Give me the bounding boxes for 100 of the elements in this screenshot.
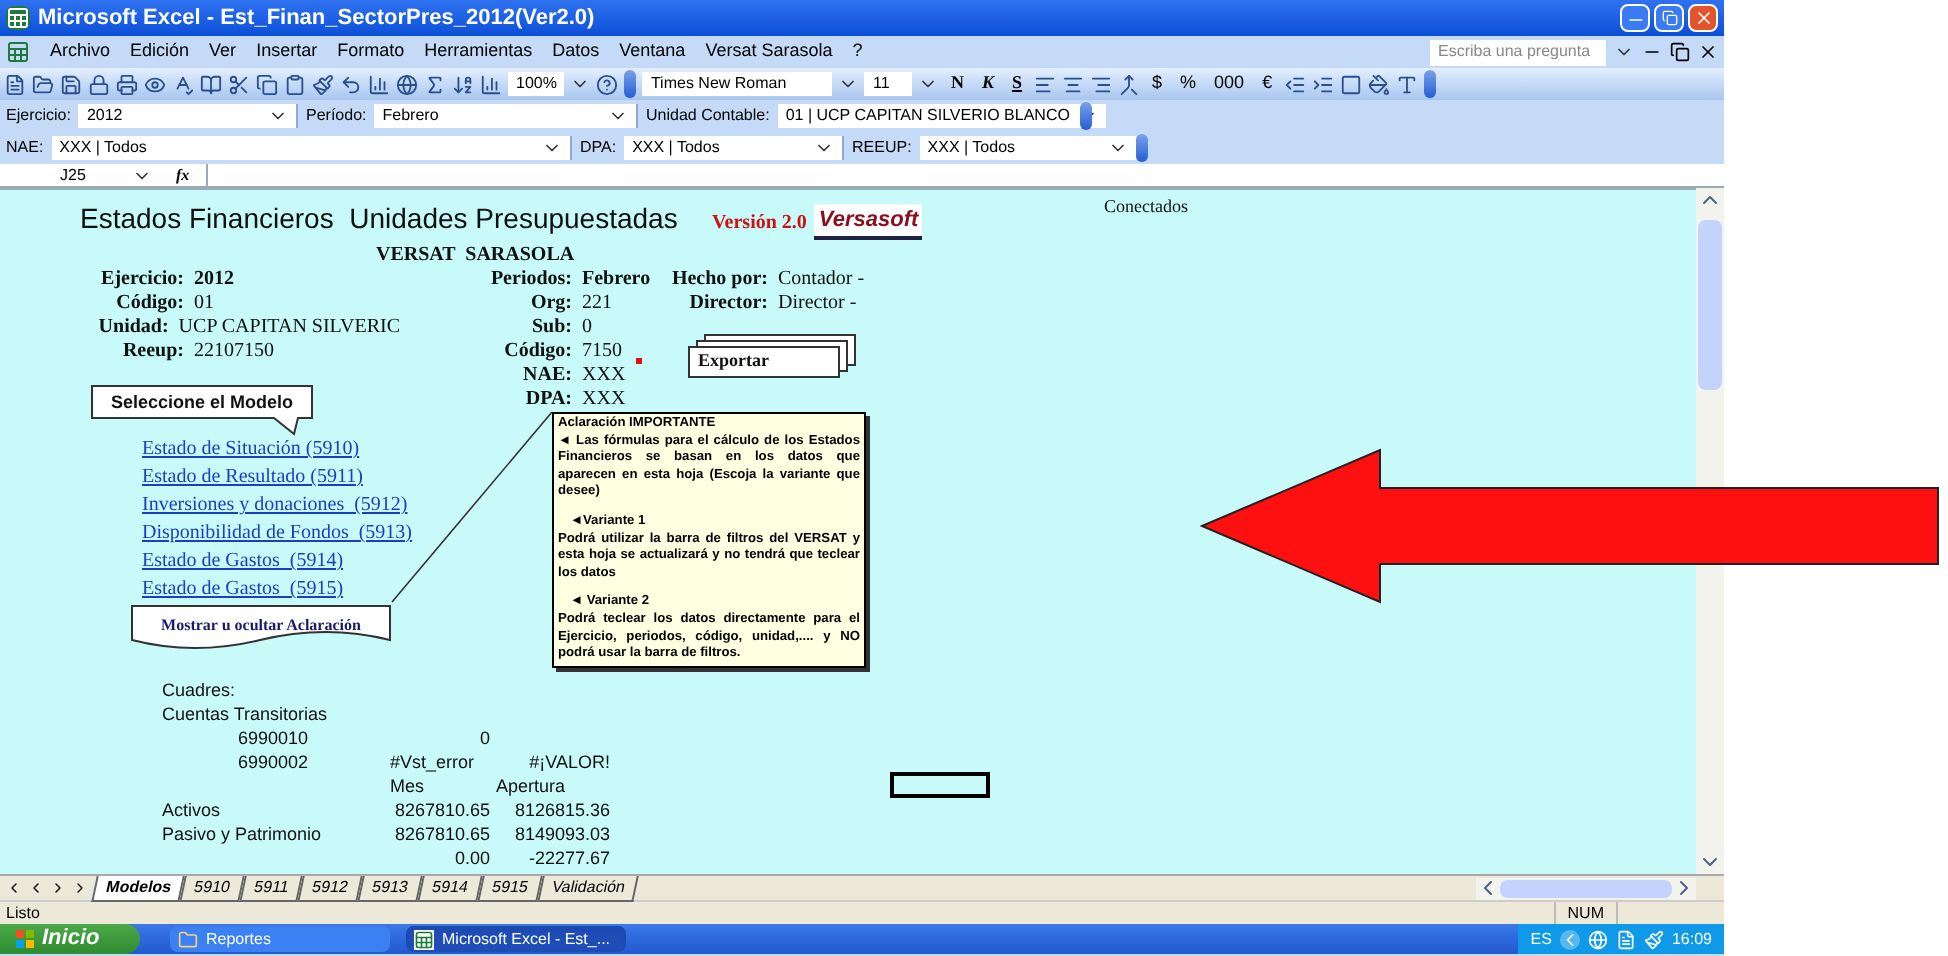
print-preview-icon[interactable] <box>144 73 166 95</box>
status-text: Listo <box>6 901 40 925</box>
globe-icon[interactable] <box>396 73 418 95</box>
clock: 16:09 <box>1671 927 1712 951</box>
open-folder-icon[interactable] <box>32 73 54 95</box>
field-label: Org: <box>528 289 572 317</box>
filter-dropdown[interactable]: 2012 <box>78 104 296 128</box>
model-link[interactable]: Inversiones y donaciones (5912) <box>142 490 408 514</box>
align-center-icon[interactable] <box>1062 73 1084 95</box>
toggle-note-button[interactable]: Mostrar u ocultar Aclaración <box>130 604 392 652</box>
model-link[interactable]: Estado de Resultado (5911) <box>142 462 363 486</box>
sheet-tab[interactable]: Validación <box>536 875 639 901</box>
sheet-tab[interactable]: 5911 <box>239 875 304 901</box>
network-icon[interactable] <box>1587 929 1608 949</box>
book-icon[interactable] <box>200 73 222 95</box>
menu-item[interactable]: Ver <box>209 38 237 66</box>
close-workbook-icon[interactable] <box>1698 42 1718 62</box>
scroll-thumb[interactable] <box>1500 879 1672 897</box>
sum-icon[interactable] <box>424 73 446 95</box>
cell-text: 0 <box>479 728 490 748</box>
format-button[interactable]: N <box>944 70 970 98</box>
sheet-tab[interactable]: 5915 <box>476 875 543 901</box>
menu-item[interactable]: ? <box>852 38 863 66</box>
filter-dropdown[interactable]: Febrero <box>374 104 636 128</box>
menu-item[interactable]: Versat Sarasola <box>705 38 833 66</box>
menu-item[interactable]: Insertar <box>256 38 318 66</box>
speech-callout: Seleccione el Modelo <box>90 384 314 436</box>
menu-item[interactable]: Formato <box>337 38 405 66</box>
sheet-tab[interactable]: 5912 <box>298 875 364 901</box>
scroll-thumb[interactable] <box>1698 220 1722 390</box>
align-right-icon[interactable] <box>1090 73 1112 95</box>
number-format-button[interactable]: 000 <box>1208 70 1251 98</box>
cut-icon[interactable] <box>228 73 250 95</box>
increase-indent-icon[interactable] <box>1312 73 1335 95</box>
restore-button[interactable] <box>1654 4 1684 32</box>
cell-text: Apertura <box>496 776 566 796</box>
help-search-field[interactable]: Escriba una pregunta <box>1430 39 1606 65</box>
field-label: Código: <box>502 337 572 365</box>
sheet-tab[interactable]: 5910 <box>180 875 246 901</box>
menu-item[interactable]: Herramientas <box>424 38 533 66</box>
model-link[interactable]: Disponibilidad de Fondos (5913) <box>142 518 412 542</box>
merge-cells-icon[interactable] <box>1118 73 1140 95</box>
sort-icon[interactable] <box>452 73 474 95</box>
number-format-button[interactable]: $ <box>1146 70 1169 98</box>
filter-label: DPA: <box>580 136 617 160</box>
print-icon[interactable] <box>116 73 138 95</box>
tray-document-icon[interactable] <box>1615 929 1636 949</box>
menu-item[interactable]: Edición <box>130 38 190 66</box>
filter-dropdown[interactable]: XXX | Todos <box>51 136 570 160</box>
font-field[interactable]: Times New Roman <box>642 72 833 96</box>
taskbar-task[interactable]: Microsoft Excel - Est_... <box>406 926 626 952</box>
undo-icon[interactable] <box>340 73 362 95</box>
filter-dropdown[interactable]: XXX | Todos <box>919 136 1136 160</box>
save-icon[interactable] <box>60 73 82 95</box>
start-button[interactable]: Inicio <box>0 924 140 954</box>
restore-workbook-icon[interactable] <box>1670 42 1690 62</box>
lock-icon[interactable] <box>88 73 110 95</box>
new-file-icon[interactable] <box>4 73 26 95</box>
next-sheet-icon[interactable] <box>50 880 66 896</box>
field-value: UCP CAPITAN SILVERIC <box>178 313 400 341</box>
last-sheet-icon[interactable] <box>72 880 88 896</box>
format-button[interactable]: K <box>975 70 1000 98</box>
borders-icon[interactable] <box>1340 73 1363 95</box>
menu-item[interactable]: Datos <box>552 38 600 66</box>
menu-item[interactable]: Archivo <box>50 38 111 66</box>
sheet-tab[interactable]: Modelos <box>91 875 186 901</box>
filter-dropdown[interactable]: 01 | UCP CAPITAN SILVERIO BLANCO <box>777 104 1106 128</box>
font-color-icon[interactable] <box>1396 73 1419 95</box>
filter-dropdown[interactable]: XXX | Todos <box>624 136 842 160</box>
paste-icon[interactable] <box>284 73 306 95</box>
horizontal-scrollbar[interactable] <box>1476 877 1696 899</box>
previous-sheet-icon[interactable] <box>28 880 44 896</box>
number-format-button[interactable]: € <box>1256 70 1279 98</box>
tray-expand-icon[interactable] <box>1559 929 1580 949</box>
copy-icon[interactable] <box>256 73 278 95</box>
field-value: 2012 <box>194 265 234 293</box>
name-box[interactable]: J25 <box>0 164 160 186</box>
first-sheet-icon[interactable] <box>6 880 22 896</box>
sheet-tab[interactable]: 5914 <box>417 875 483 901</box>
model-link[interactable]: Estado de Gastos (5915) <box>142 574 344 598</box>
format-button[interactable]: S <box>1005 70 1028 98</box>
selected-cell[interactable] <box>890 772 990 798</box>
decrease-indent-icon[interactable] <box>1284 73 1307 95</box>
number-format-button[interactable]: % <box>1174 70 1203 98</box>
taskbar-task[interactable]: Reportes <box>170 926 390 952</box>
model-link[interactable]: Estado de Situación (5910) <box>142 434 360 458</box>
zoom-field[interactable]: 100% <box>508 72 565 96</box>
sheet-tab[interactable]: 5913 <box>357 875 423 901</box>
chart-icon[interactable] <box>368 73 390 95</box>
model-link[interactable]: Estado de Gastos (5914) <box>142 546 344 570</box>
minimize-button[interactable] <box>1620 4 1650 32</box>
help-icon[interactable] <box>596 73 619 95</box>
align-left-icon[interactable] <box>1034 73 1056 95</box>
spell-check-icon[interactable] <box>172 73 194 95</box>
paintbrush-icon[interactable] <box>312 73 334 95</box>
bar-chart-icon[interactable] <box>480 73 502 95</box>
font-size-field[interactable]: 11 <box>864 72 913 96</box>
menu-item[interactable]: Ventana <box>619 38 686 66</box>
fill-color-icon[interactable] <box>1368 73 1391 95</box>
close-button[interactable] <box>1688 4 1718 32</box>
